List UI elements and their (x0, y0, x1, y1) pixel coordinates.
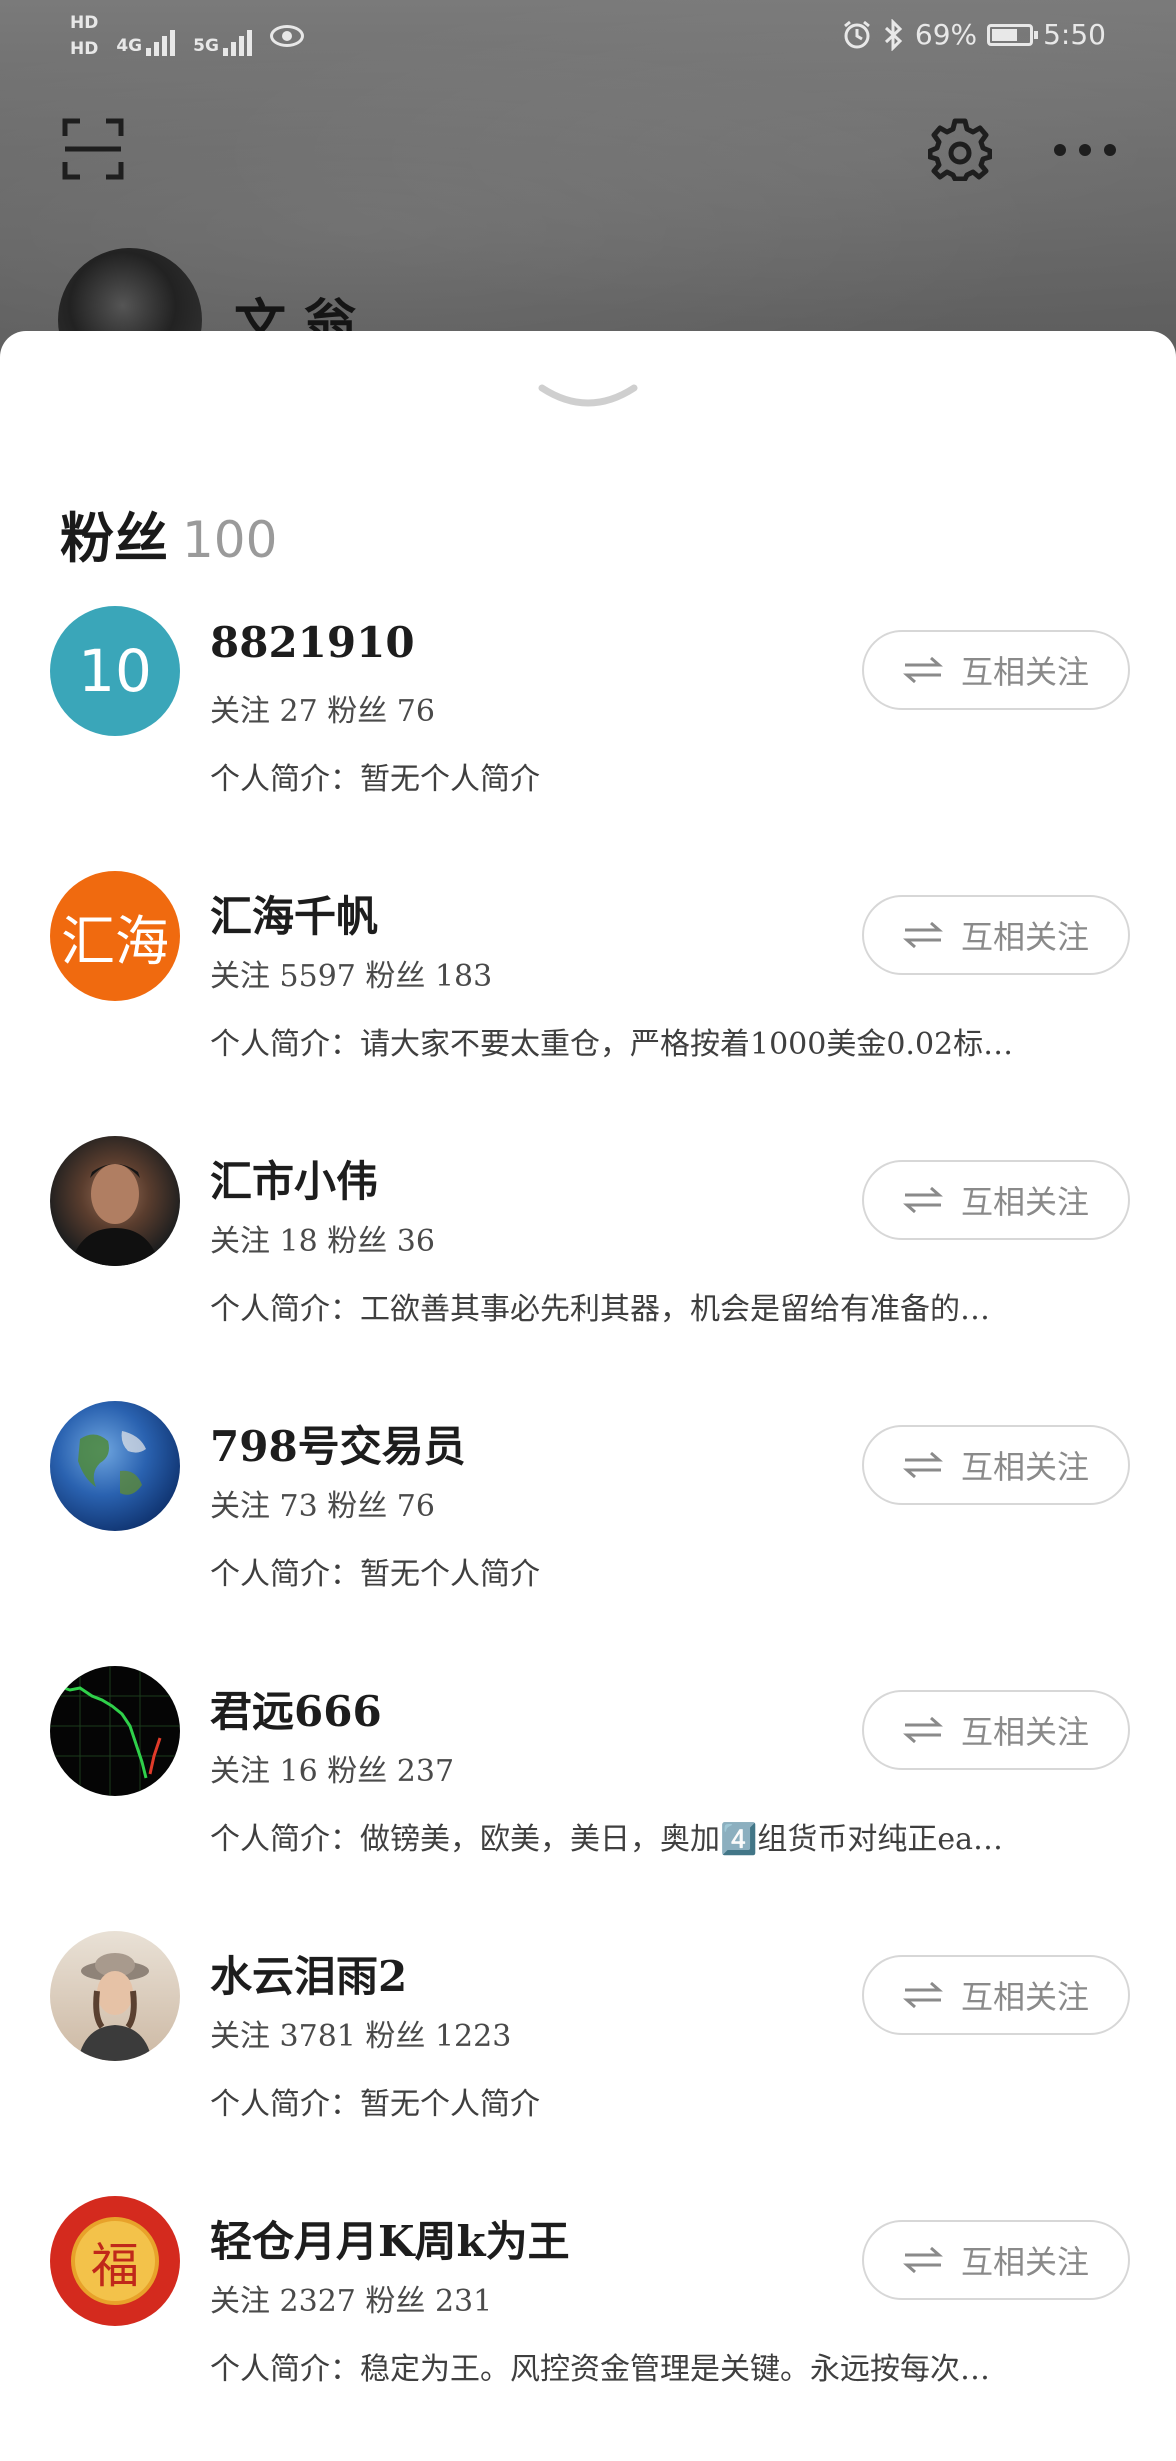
avatar[interactable]: 10 (50, 606, 180, 736)
mutual-follow-button[interactable]: 互相关注 (862, 1160, 1130, 1240)
follower-row[interactable]: 汇海 汇海千帆 关注 5597 粉丝 183 个人简介：请大家不要太重仓，严格按… (0, 871, 1176, 1136)
avatar[interactable] (50, 1931, 180, 2061)
swap-arrows-icon (902, 2246, 943, 2274)
alarm-icon (843, 20, 870, 48)
mutual-follow-label: 互相关注 (960, 1713, 1089, 1751)
fortune-coin-icon: 福 (71, 2217, 159, 2305)
follower-row[interactable]: 汇市小伟 关注 18 粉丝 36 个人简介：工欲善其事必先利其器，机会是留给有准… (0, 1136, 1176, 1401)
avatar[interactable]: 汇海 (50, 871, 180, 1001)
mutual-follow-label: 互相关注 (960, 2243, 1089, 2281)
avatar-text: 福 (90, 2238, 139, 2294)
mutual-follow-button[interactable]: 互相关注 (862, 1955, 1130, 2035)
follower-name[interactable]: 8821910 (210, 618, 415, 667)
follower-row[interactable]: 君远666 关注 16 粉丝 237 个人简介：做镑美，欧美，美日，奥加4️⃣组… (0, 1666, 1176, 1931)
avatar-text: 汇海 (61, 909, 169, 973)
battery-percent: 69% (914, 18, 978, 51)
followers-title: 粉丝 100 (60, 494, 277, 573)
mutual-follow-button[interactable]: 互相关注 (862, 1425, 1130, 1505)
follower-name[interactable]: 汇市小伟 (210, 1148, 378, 1209)
clock: 5:50 (1043, 18, 1106, 51)
avatar[interactable] (50, 1136, 180, 1266)
follower-bio: 个人简介：工欲善其事必先利其器，机会是留给有准备的… (210, 1292, 990, 1327)
swap-arrows-icon (902, 1716, 943, 1744)
mutual-follow-button[interactable]: 互相关注 (862, 630, 1130, 710)
follower-stats: 关注 2327 粉丝 231 (210, 2284, 493, 2319)
follower-stats: 关注 3781 粉丝 1223 (210, 2019, 512, 2054)
follower-name[interactable]: 汇海千帆 (210, 883, 378, 944)
follower-stats: 关注 18 粉丝 36 (210, 1224, 435, 1259)
follower-bio: 个人简介：暂无个人简介 (210, 1557, 540, 1592)
follower-row[interactable]: 10 8821910 关注 27 粉丝 76 个人简介：暂无个人简介 互相关注 (0, 606, 1176, 871)
follower-bio: 个人简介：请大家不要太重仓，严格按着1000美金0.02标… (210, 1027, 1014, 1062)
avatar-text: 10 (78, 637, 152, 705)
gear-icon[interactable] (928, 117, 992, 181)
avatar[interactable] (50, 1666, 180, 1796)
follower-bio: 个人简介：暂无个人简介 (210, 2087, 540, 2122)
mutual-follow-button[interactable]: 互相关注 (862, 2220, 1130, 2300)
follower-stats: 关注 5597 粉丝 183 (210, 959, 493, 994)
follower-bio: 个人简介：稳定为王。风控资金管理是关键。永远按每次… (210, 2352, 990, 2387)
mutual-follow-button[interactable]: 互相关注 (862, 895, 1130, 975)
follower-bio: 个人简介：暂无个人简介 (210, 762, 540, 797)
avatar[interactable] (50, 1401, 180, 1531)
mutual-follow-label: 互相关注 (960, 918, 1089, 956)
status-bar: HD HD 4G 5G 69% 5:50 (0, 0, 1176, 72)
battery-icon (987, 23, 1039, 46)
avatar[interactable]: 福 (50, 2196, 180, 2326)
follower-stats: 关注 16 粉丝 237 (210, 1754, 455, 1789)
follower-row[interactable]: 水云泪雨2 关注 3781 粉丝 1223 个人简介：暂无个人简介 互相关注 (0, 1931, 1176, 2196)
earth-icon (78, 1431, 146, 1495)
follower-row[interactable]: 798号交易员 关注 73 粉丝 76 个人简介：暂无个人简介 互相关注 (0, 1401, 1176, 1666)
chevron-down-icon[interactable] (538, 382, 638, 414)
mutual-follow-label: 互相关注 (960, 653, 1089, 691)
swap-arrows-icon (902, 1186, 943, 1214)
swap-arrows-icon (902, 656, 943, 684)
followers-count: 100 (182, 511, 278, 569)
follower-stats: 关注 73 粉丝 76 (210, 1489, 435, 1524)
mutual-follow-label: 互相关注 (960, 1448, 1089, 1486)
more-options-icon[interactable] (1052, 140, 1118, 160)
follower-stats: 关注 27 粉丝 76 (210, 694, 435, 729)
follower-name[interactable]: 水云泪雨2 (210, 1943, 407, 2004)
swap-arrows-icon (902, 921, 943, 949)
follower-name[interactable]: 轻仓月月K周k为王 (210, 2208, 570, 2269)
mutual-follow-button[interactable]: 互相关注 (862, 1690, 1130, 1770)
swap-arrows-icon (902, 1981, 943, 2009)
hd-indicator: HD HD (70, 13, 99, 59)
signal-4g-icon: 4G (116, 16, 176, 56)
candlestick-chart-icon (50, 1666, 180, 1796)
swap-arrows-icon (902, 1451, 943, 1479)
bluetooth-icon (884, 18, 903, 51)
follower-name[interactable]: 君远666 (210, 1678, 382, 1739)
person-photo-icon (70, 1164, 160, 1266)
follower-row[interactable]: 福 轻仓月月K周k为王 关注 2327 粉丝 231 个人简介：稳定为王。风控资… (0, 2196, 1176, 2461)
scan-icon[interactable] (62, 118, 124, 180)
mutual-follow-label: 互相关注 (960, 1978, 1089, 2016)
follower-bio: 个人简介：做镑美，欧美，美日，奥加4️⃣组货币对纯正ea… (210, 1822, 1003, 1857)
eye-comfort-icon (269, 25, 304, 47)
signal-5g-icon: 5G (193, 16, 252, 56)
follower-name[interactable]: 798号交易员 (210, 1413, 466, 1474)
person-photo-icon (78, 1953, 152, 2061)
mutual-follow-label: 互相关注 (960, 1183, 1089, 1221)
followers-title-label: 粉丝 (60, 506, 168, 570)
